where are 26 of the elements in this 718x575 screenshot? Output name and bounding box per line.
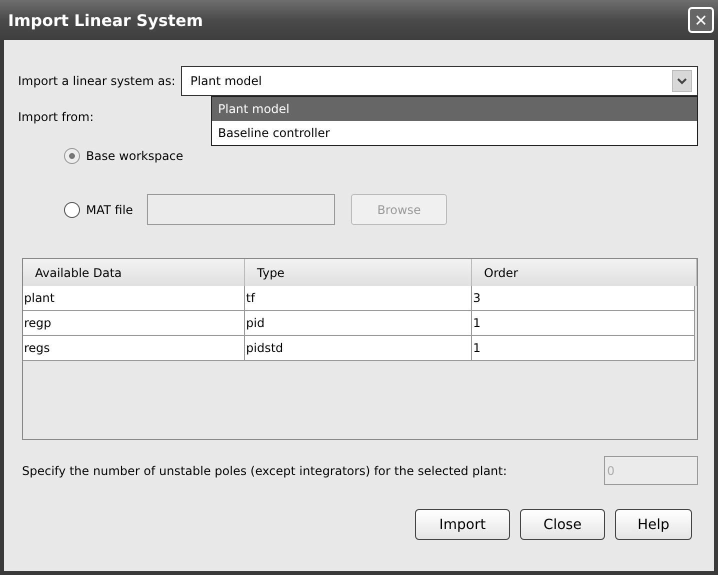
table-cell: pidstd bbox=[245, 336, 472, 360]
dialog-button[interactable]: Import bbox=[415, 509, 510, 540]
table-cell: tf bbox=[245, 286, 472, 310]
chevron-down-icon[interactable] bbox=[672, 70, 692, 92]
radio-label: Base workspace bbox=[86, 149, 184, 163]
radio-button[interactable] bbox=[64, 202, 80, 218]
table-cell: plant bbox=[23, 286, 245, 310]
radio-button[interactable] bbox=[64, 148, 80, 164]
table-cell: regp bbox=[23, 311, 245, 335]
dropdown-option[interactable]: Plant model bbox=[212, 97, 697, 121]
dropdown-option[interactable]: Baseline controller bbox=[212, 121, 697, 145]
table-cell: 1 bbox=[472, 311, 695, 335]
import-from-label: Import from: bbox=[18, 110, 95, 124]
system-type-dropdown[interactable]: Plant model bbox=[181, 66, 698, 96]
dropdown-value: Plant model bbox=[190, 74, 262, 88]
unstable-poles-label: Specify the number of unstable poles (except integrators) for the selected plant: bbox=[22, 464, 507, 478]
table-cell: 3 bbox=[472, 286, 695, 310]
close-button[interactable]: ✕ bbox=[688, 7, 714, 33]
table-cell: pid bbox=[245, 311, 472, 335]
window-title: Import Linear System bbox=[8, 10, 204, 30]
import-as-label: Import a linear system as: bbox=[18, 74, 176, 88]
table-cell: regs bbox=[23, 336, 245, 360]
radio-label: MAT file bbox=[86, 202, 134, 216]
dialog-button[interactable]: Close bbox=[520, 509, 605, 540]
table-cell: 1 bbox=[472, 336, 695, 360]
dialog-button[interactable]: Help bbox=[615, 509, 692, 540]
